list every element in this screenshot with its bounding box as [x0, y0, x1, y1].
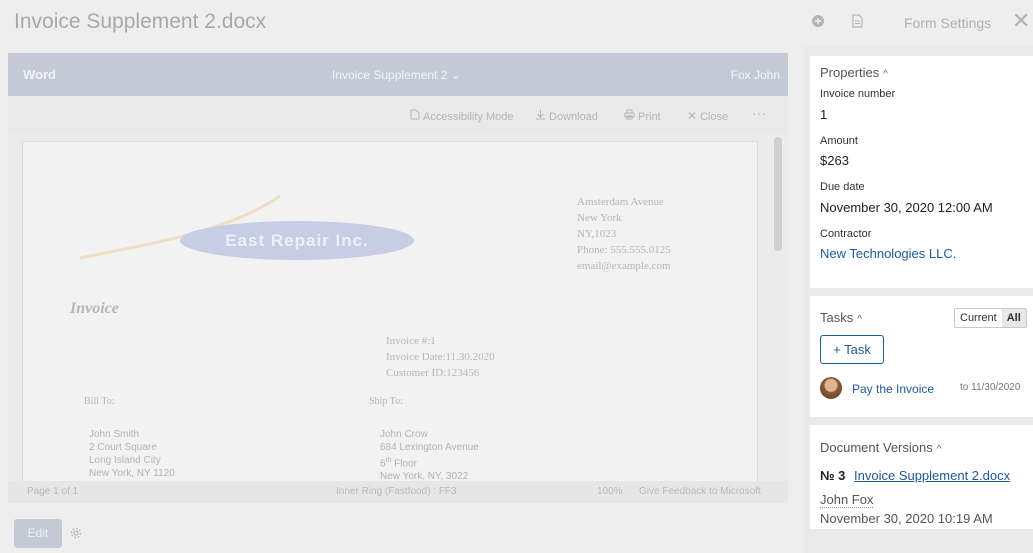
tasks-header[interactable]: Tasks ^ [820, 310, 862, 325]
address-line: Phone: 555.555.0125 [577, 244, 671, 256]
download-button[interactable]: Download [535, 109, 598, 123]
bill-to-label: Bill To: [84, 396, 115, 407]
print-icon [624, 109, 635, 123]
invoice-meta-line: Customer ID:123456 [386, 367, 480, 379]
add-circle-icon[interactable] [810, 14, 826, 30]
word-viewer: Word Invoice Supplement 2 ⌄ Fox John Acc… [8, 53, 788, 503]
chevron-up-icon: ^ [936, 444, 942, 455]
amount-value: $263 [820, 153, 849, 168]
tasks-card: Tasks ^ Current All + Task Pay the Invoic… [810, 296, 1033, 417]
filter-current[interactable]: Current [955, 309, 1002, 327]
address-line: Amsterdam Avenue [577, 196, 664, 208]
document-scrollbar[interactable] [774, 137, 782, 477]
versions-card: Document Versions ^ № 3 Invoice Supplemen… [810, 425, 1033, 529]
version-document-link[interactable]: Invoice Supplement 2.docx [854, 468, 1010, 483]
accessibility-label: Accessibility Mode [423, 111, 514, 123]
invoice-number-value: 1 [820, 107, 828, 122]
document-page-area: East Repair Inc. Amsterdam Avenue New Yo… [8, 133, 788, 486]
contractor-link[interactable]: New Technologies LLC. [820, 246, 956, 261]
version-author[interactable]: John Fox [820, 492, 874, 508]
address-line: New York [577, 212, 622, 224]
close-label: Close [700, 111, 729, 123]
document-page: East Repair Inc. Amsterdam Avenue New Yo… [22, 141, 758, 486]
company-logo: East Repair Inc. [180, 221, 414, 260]
word-header: Word Invoice Supplement 2 ⌄ Fox John [8, 53, 788, 96]
ship-to-label: Ship To: [369, 396, 403, 407]
task-link[interactable]: Pay the Invoice [852, 382, 934, 396]
document-title: Invoice Supplement 2.docx [14, 10, 267, 33]
zoom-level[interactable]: 100% [597, 486, 623, 497]
ship-to-line: 6th Floor [380, 454, 479, 470]
download-label: Download [549, 111, 598, 123]
field-label: Invoice number [820, 88, 896, 100]
invoice-heading: Invoice [70, 300, 119, 317]
address-line: NY,1023 [577, 228, 617, 240]
avatar [820, 377, 842, 399]
chevron-up-icon: ^ [883, 69, 888, 80]
task-due-date: to 11/30/2020 [960, 382, 1021, 393]
add-task-button[interactable]: + Task [820, 335, 884, 364]
properties-title: Properties [820, 65, 880, 80]
properties-header[interactable]: Properties ^ [820, 65, 888, 80]
page-indicator: Page 1 of 1 [27, 486, 79, 497]
word-toolbar: Accessibility Mode Download Print ✕ Close… [8, 96, 788, 133]
invoice-meta-line: Invoice Date:11.30.2020 [386, 351, 495, 363]
ship-to-line: John Crow [380, 429, 428, 440]
close-document-button[interactable]: ✕ Close [687, 109, 728, 123]
document-icon[interactable] [849, 14, 865, 30]
invoice-meta-line: Invoice #:1 [386, 335, 436, 347]
word-user-name[interactable]: Fox John [731, 68, 780, 82]
filter-all[interactable]: All [1001, 309, 1026, 327]
scroll-thumb[interactable] [774, 137, 782, 251]
ring-indicator: Inner Ring (Fastfood) : FF3 [336, 486, 457, 497]
company-address: Amsterdam Avenue New York NY,1023 Phone:… [577, 194, 671, 274]
print-label: Print [638, 111, 661, 123]
versions-header[interactable]: Document Versions ^ [820, 440, 941, 455]
accessibility-mode-button[interactable]: Accessibility Mode [410, 109, 513, 123]
gear-icon[interactable] [69, 526, 83, 540]
ship-to-line: 684 Lexington Avenue [380, 442, 479, 453]
close-icon[interactable]: ✕ [1012, 9, 1030, 33]
edit-button[interactable]: Edit [14, 519, 62, 548]
status-bar: Page 1 of 1 Inner Ring (Fastfood) : FF3 … [8, 481, 788, 503]
feedback-link[interactable]: Give Feedback to Microsoft [639, 486, 761, 497]
bill-to-line: John Smith [89, 429, 140, 440]
form-settings-button[interactable]: Form Settings [904, 15, 991, 31]
top-bar: Invoice Supplement 2.docx Form Settings … [0, 0, 1033, 46]
word-app-name: Word [23, 67, 56, 82]
field-label: Amount [820, 135, 858, 147]
bill-to-line: Long Island City [89, 455, 161, 466]
due-date-value: November 30, 2020 12:00 AM [820, 200, 993, 215]
more-options-button[interactable]: ··· [752, 105, 766, 121]
task-filter: Current All [954, 308, 1027, 328]
word-document-name[interactable]: Invoice Supplement 2 ⌄ [332, 68, 461, 82]
download-icon [535, 109, 546, 123]
accessibility-icon [410, 109, 420, 123]
print-button[interactable]: Print [624, 109, 661, 123]
versions-title: Document Versions [820, 440, 933, 455]
tasks-title: Tasks [820, 310, 854, 325]
bill-to-address: John Smith 2 Court Square Long Island Ci… [89, 428, 175, 480]
bill-to-line: 2 Court Square [89, 442, 157, 453]
ship-to-address: John Crow 684 Lexington Avenue 6th Floor… [380, 428, 479, 483]
version-number: № 3 [820, 468, 846, 483]
field-label: Due date [820, 181, 865, 193]
floor-word: Floor [391, 458, 417, 470]
address-line: email@example.com [577, 260, 671, 272]
x-icon: ✕ [687, 109, 698, 123]
chevron-up-icon: ^ [857, 314, 862, 325]
bill-to-line: New York, NY 1120 [89, 468, 175, 479]
invoice-meta: Invoice #:1 Invoice Date:11.30.2020 Cust… [386, 333, 495, 381]
version-date: November 30, 2020 10:19 AM [820, 511, 993, 526]
properties-card: Properties ^ Invoice number 1 Amount $263… [810, 56, 1033, 288]
field-label: Contractor [820, 228, 872, 240]
